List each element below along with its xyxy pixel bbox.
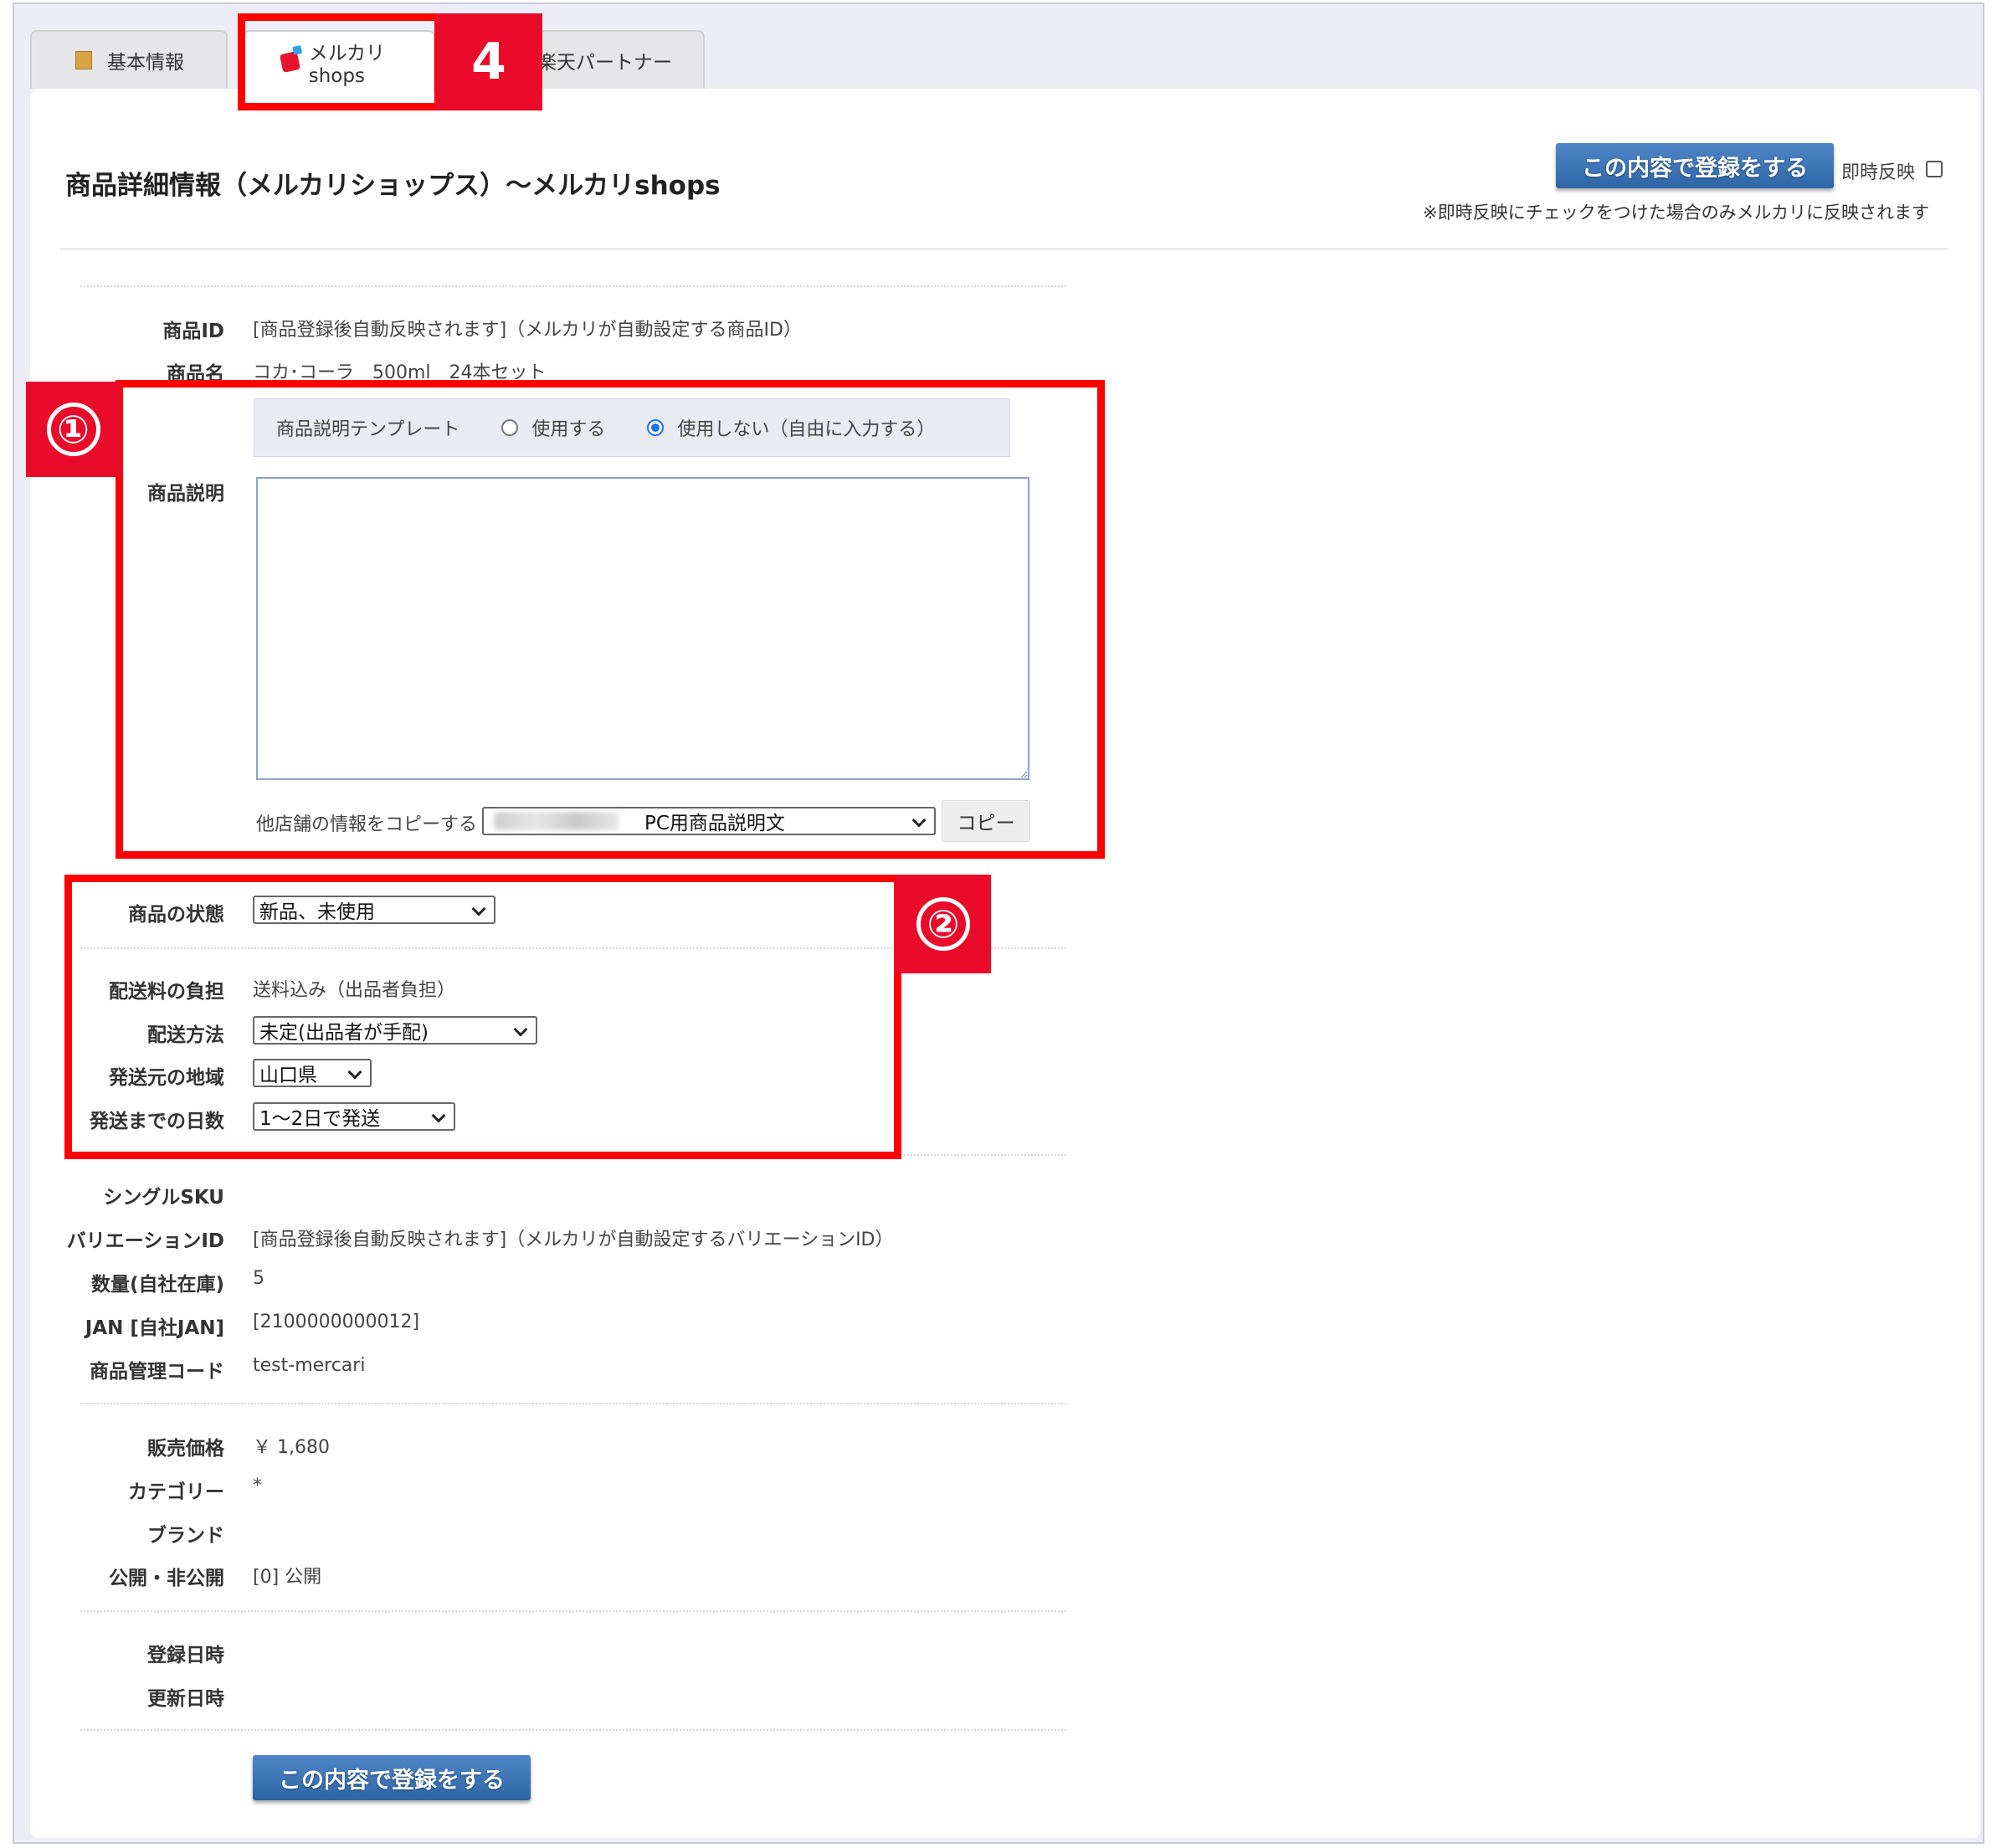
tab-rakuten-partner-label: 楽天パートナー bbox=[537, 52, 672, 74]
step-2-badge: ② bbox=[896, 875, 991, 973]
management-code-label: 商品管理コード bbox=[90, 1361, 224, 1383]
step-4-label: 4 bbox=[471, 33, 506, 91]
instant-reflect-label: 即時反映 bbox=[1841, 162, 1916, 183]
category-label: カテゴリー bbox=[128, 1481, 224, 1503]
step-1-label: ① bbox=[46, 403, 100, 456]
registered-date-label: 登録日時 bbox=[147, 1645, 224, 1666]
step-2-label: ② bbox=[916, 897, 970, 951]
brand-label: ブランド bbox=[147, 1525, 224, 1547]
product-id-value: [商品登録後自動反映されます]（メルカリが自動設定する商品ID） bbox=[253, 320, 802, 341]
instant-reflect-checkbox[interactable] bbox=[1926, 161, 1943, 177]
variation-id-label: バリエーションID bbox=[66, 1230, 224, 1252]
jan-label: JAN [自社JAN] bbox=[85, 1317, 224, 1339]
public-status-label: 公開・非公開 bbox=[109, 1568, 224, 1589]
step-4-badge: 4 bbox=[435, 13, 542, 110]
register-button-bottom[interactable]: この内容で登録をする bbox=[253, 1755, 531, 1800]
package-icon bbox=[75, 51, 92, 69]
public-status-value: [0] 公開 bbox=[253, 1567, 322, 1588]
quantity-value: 5 bbox=[253, 1268, 264, 1289]
divider-5 bbox=[80, 1610, 1066, 1612]
tab-basic-info-label: 基本情報 bbox=[107, 52, 184, 74]
category-value: * bbox=[253, 1476, 262, 1496]
divider-1 bbox=[80, 285, 1066, 287]
divider-6 bbox=[80, 1729, 1066, 1731]
single-sku-label: シングルSKU bbox=[103, 1187, 224, 1209]
variation-id-value: [商品登録後自動反映されます]（メルカリが自動設定するバリエーションID） bbox=[253, 1229, 894, 1250]
price-label: 販売価格 bbox=[147, 1438, 224, 1460]
quantity-label: 数量(自社在庫) bbox=[90, 1274, 224, 1296]
highlight-description-box bbox=[116, 380, 1105, 859]
page-title: 商品詳細情報（メルカリショップス）～メルカリshops bbox=[65, 171, 721, 201]
jan-value: [2100000000012] bbox=[253, 1312, 420, 1332]
product-id-label: 商品ID bbox=[162, 321, 224, 342]
updated-date-label: 更新日時 bbox=[147, 1688, 224, 1710]
tab-basic-info[interactable]: 基本情報 bbox=[30, 30, 228, 89]
highlight-tab-box bbox=[238, 13, 442, 110]
divider-4 bbox=[80, 1403, 1066, 1404]
instant-reflect-note: ※即時反映にチェックをつけた場合のみメルカリに反映されます bbox=[1423, 203, 1929, 223]
highlight-shipping-box bbox=[64, 875, 901, 1159]
step-1-badge: ① bbox=[26, 382, 121, 477]
price-value: ￥ 1,680 bbox=[253, 1437, 330, 1458]
management-code-value: test-mercari bbox=[253, 1355, 366, 1376]
register-button-top[interactable]: この内容で登録をする bbox=[1556, 143, 1834, 188]
